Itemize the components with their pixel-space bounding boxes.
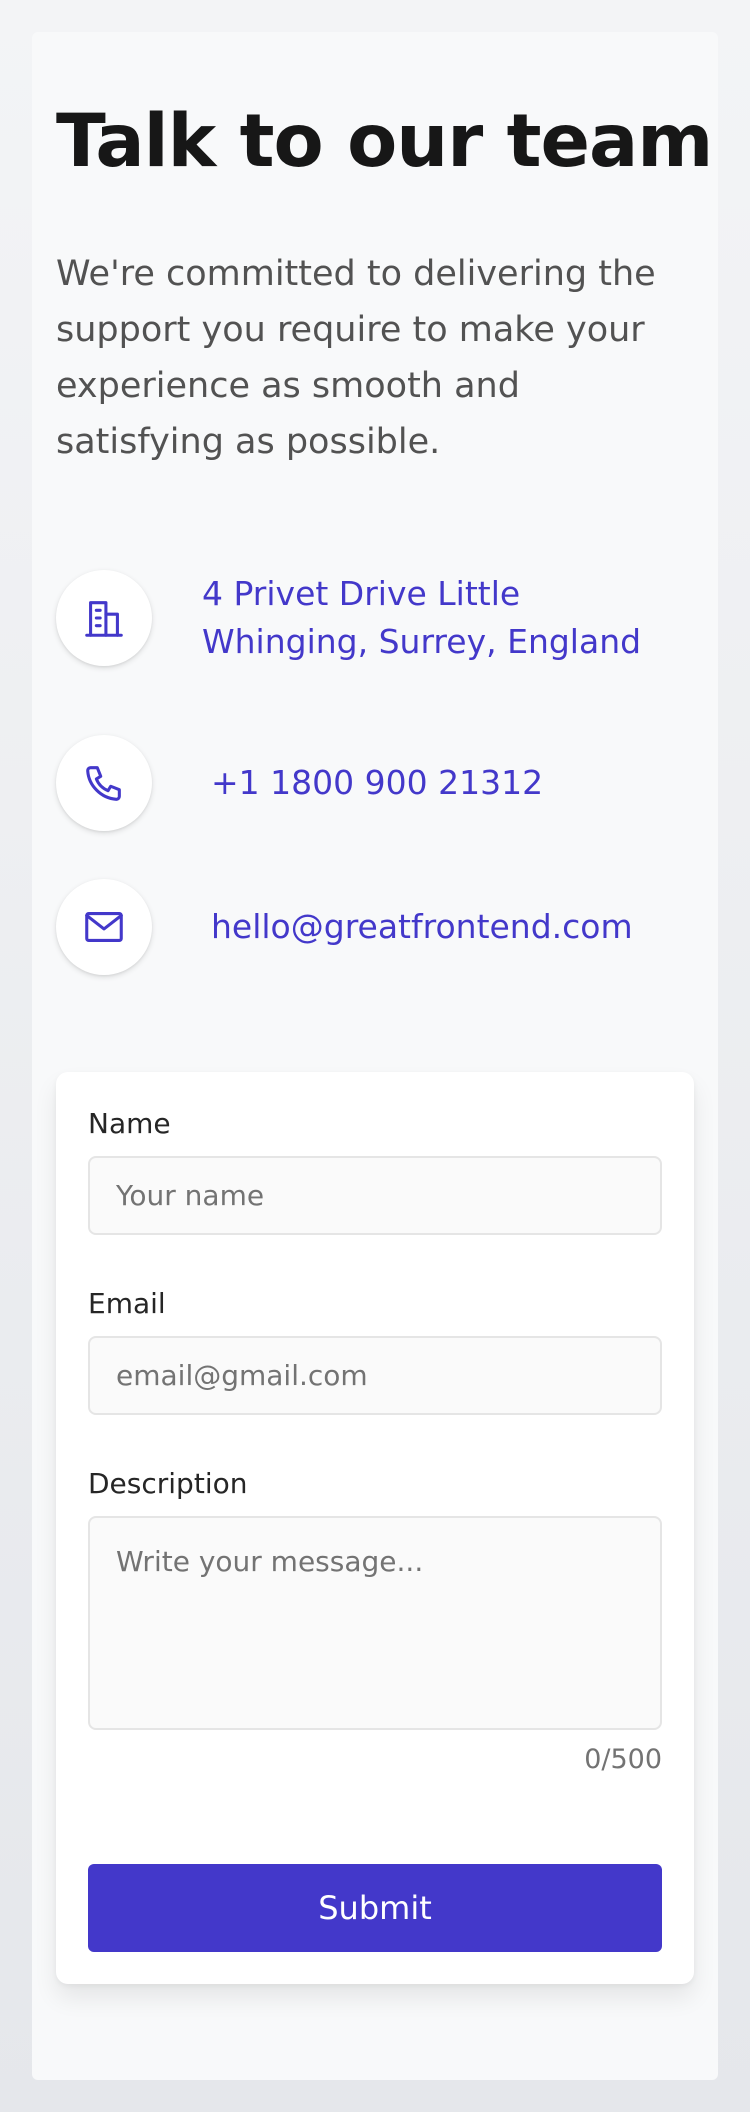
mail-icon <box>56 879 152 975</box>
email-label: Email <box>88 1287 166 1320</box>
contact-email-row: hello@greatfrontend.com <box>56 879 633 975</box>
name-label: Name <box>88 1107 171 1140</box>
contact-address-row: 4 Privet Drive Little Whinging, Surrey, … <box>56 570 682 666</box>
character-counter: 0/500 <box>584 1744 662 1775</box>
page-title: Talk to our team <box>56 99 713 184</box>
phone-icon <box>56 735 152 831</box>
description-label: Description <box>88 1467 248 1500</box>
building-icon <box>56 570 152 666</box>
contact-info-section: Talk to our team We're committed to deli… <box>56 0 713 1040</box>
page-subtitle: We're committed to delivering the suppor… <box>56 254 656 462</box>
email-input[interactable] <box>88 1336 662 1415</box>
name-input[interactable] <box>88 1156 662 1235</box>
contact-phone-row: +1 1800 900 21312 <box>56 735 543 831</box>
contact-address-text: 4 Privet Drive Little Whinging, Surrey, … <box>202 574 642 661</box>
submit-button[interactable]: Submit <box>88 1864 662 1952</box>
contact-email-link[interactable]: hello@greatfrontend.com <box>211 903 633 951</box>
contact-phone-link[interactable]: +1 1800 900 21312 <box>211 759 543 807</box>
description-textarea[interactable] <box>88 1516 662 1730</box>
